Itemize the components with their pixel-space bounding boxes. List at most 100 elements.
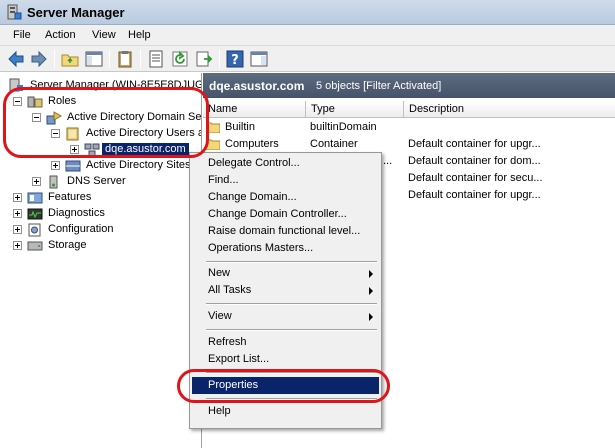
storage-icon: [27, 241, 43, 251]
menu-item-view[interactable]: View: [192, 308, 379, 325]
tree-label: Active Directory Sites: [86, 159, 191, 171]
svg-text:?: ?: [231, 53, 239, 68]
tree-label-selected: dqe.asustor.com: [102, 143, 189, 155]
tree-label: Configuration: [48, 223, 114, 235]
expand-toggle[interactable]: [13, 209, 22, 218]
cell-type: ...: [383, 155, 393, 167]
tree-label: Features: [48, 191, 92, 203]
ad-users-icon: [66, 127, 79, 141]
back-arrow-icon[interactable]: [6, 49, 26, 69]
tree-node-features[interactable]: Features: [0, 190, 201, 206]
tree-node-dns-server[interactable]: DNS Server: [0, 174, 201, 190]
tree-node-configuration[interactable]: Configuration: [0, 222, 201, 238]
up-folder-icon[interactable]: [60, 49, 80, 69]
menu-item-label: View: [208, 310, 232, 322]
menu-item-label: Operations Masters...: [208, 242, 314, 254]
tree-label: Storage: [48, 239, 87, 251]
tree-pane: Server Manager (WIN-8E5E8DJUGV Roles Act…: [0, 73, 202, 448]
show-action-pane-icon[interactable]: [249, 49, 269, 69]
menu-view[interactable]: View: [92, 29, 116, 41]
menu-item-label: Raise domain functional level...: [208, 225, 361, 237]
menu-item-operations-masters[interactable]: Operations Masters...: [192, 240, 379, 257]
menu-item-help[interactable]: Help: [192, 403, 379, 420]
tree-node-ad-domain-services[interactable]: Active Directory Domain Se: [0, 110, 202, 126]
expand-toggle[interactable]: [13, 193, 22, 202]
tree-node-roles[interactable]: Roles: [0, 94, 201, 110]
tree-node-ad-users-computers[interactable]: Active Directory Users a: [0, 126, 202, 142]
tree-node-server-manager[interactable]: Server Manager (WIN-8E5E8DJUGV: [0, 78, 202, 94]
menu-bar: File Action View Help: [0, 25, 615, 46]
tree-label: Roles: [48, 95, 77, 107]
column-header-type[interactable]: Type: [306, 101, 404, 118]
folder-icon: [206, 122, 220, 133]
domain-icon: [84, 143, 100, 157]
menu-item-change-domain[interactable]: Change Domain...: [192, 189, 379, 206]
menu-item-label: Help: [208, 405, 231, 417]
expand-toggle[interactable]: [13, 241, 22, 250]
menu-item-delegate-control[interactable]: Delegate Control...: [192, 155, 379, 172]
tree-label: Diagnostics: [48, 207, 105, 219]
configuration-icon: [28, 223, 41, 237]
collapse-toggle[interactable]: [51, 129, 60, 138]
server-manager-icon: [7, 4, 22, 20]
expand-toggle[interactable]: [51, 161, 60, 170]
title-bar: Server Manager: [0, 0, 615, 25]
menu-file[interactable]: File: [13, 29, 31, 41]
expand-toggle[interactable]: [70, 145, 79, 154]
refresh-icon[interactable]: [170, 49, 190, 69]
details-header: dqe.asustor.com 5 objects [Filter Activa…: [203, 73, 615, 98]
menu-item-label: Change Domain Controller...: [208, 208, 347, 220]
menu-item-change-domain-controller[interactable]: Change Domain Controller...: [192, 206, 379, 223]
tree-node-storage[interactable]: Storage: [0, 238, 201, 254]
menu-action[interactable]: Action: [45, 29, 76, 41]
column-header-description[interactable]: Description: [404, 101, 615, 118]
ad-domain-services-icon: [46, 111, 62, 125]
tree-label: Server Manager (WIN-8E5E8DJUGV: [30, 79, 202, 91]
cell-description: Default container for upgr...: [408, 138, 541, 150]
menu-item-find[interactable]: Find...: [192, 172, 379, 189]
tree-node-domain[interactable]: dqe.asustor.com: [0, 142, 201, 158]
cell-name: Computers: [225, 138, 279, 150]
toolbar: ?: [0, 46, 615, 72]
collapse-toggle[interactable]: [13, 97, 22, 106]
tree-label: DNS Server: [67, 175, 126, 187]
help-icon[interactable]: ?: [225, 49, 245, 69]
menu-separator: [206, 261, 377, 263]
features-icon: [27, 192, 43, 204]
menu-item-export-list[interactable]: Export List...: [192, 351, 379, 368]
menu-item-refresh[interactable]: Refresh: [192, 334, 379, 351]
expand-toggle[interactable]: [13, 225, 22, 234]
list-item[interactable]: Computers Container Default container fo…: [203, 136, 615, 153]
collapse-toggle[interactable]: [32, 113, 41, 122]
menu-item-raise-functional-level[interactable]: Raise domain functional level...: [192, 223, 379, 240]
menu-item-properties[interactable]: Properties: [192, 377, 379, 394]
menu-item-label: Find...: [208, 174, 239, 186]
cell-name: Builtin: [225, 121, 255, 133]
tree-node-ad-sites[interactable]: Active Directory Sites: [0, 158, 201, 174]
list-item[interactable]: Builtin builtinDomain: [203, 119, 615, 136]
clipboard-icon[interactable]: [115, 49, 135, 69]
menu-separator: [206, 303, 377, 305]
menu-item-label: Export List...: [208, 353, 270, 365]
menu-item-new[interactable]: New: [192, 265, 379, 282]
show-hide-tree-icon[interactable]: [84, 49, 104, 69]
tree-node-diagnostics[interactable]: Diagnostics: [0, 206, 201, 222]
tree-label: Active Directory Domain Se: [67, 111, 202, 123]
menu-separator: [206, 398, 377, 400]
column-header-name[interactable]: Name: [203, 101, 306, 118]
menu-help[interactable]: Help: [128, 29, 151, 41]
export-list-icon[interactable]: [194, 49, 214, 69]
menu-item-label: New: [208, 267, 231, 279]
expand-toggle[interactable]: [32, 177, 41, 186]
menu-separator: [206, 329, 377, 331]
details-domain-title: dqe.asustor.com: [209, 79, 305, 93]
column-label: Type: [311, 103, 335, 115]
ad-sites-icon: [65, 160, 81, 172]
menu-item-all-tasks[interactable]: All Tasks: [192, 282, 379, 299]
cell-description: Default container for dom...: [408, 155, 541, 167]
tree-label: Active Directory Users a: [86, 127, 202, 139]
forward-arrow-icon[interactable]: [29, 49, 49, 69]
menu-separator: [206, 372, 377, 374]
properties-icon[interactable]: [146, 49, 166, 69]
menu-item-label: Properties: [208, 379, 259, 391]
